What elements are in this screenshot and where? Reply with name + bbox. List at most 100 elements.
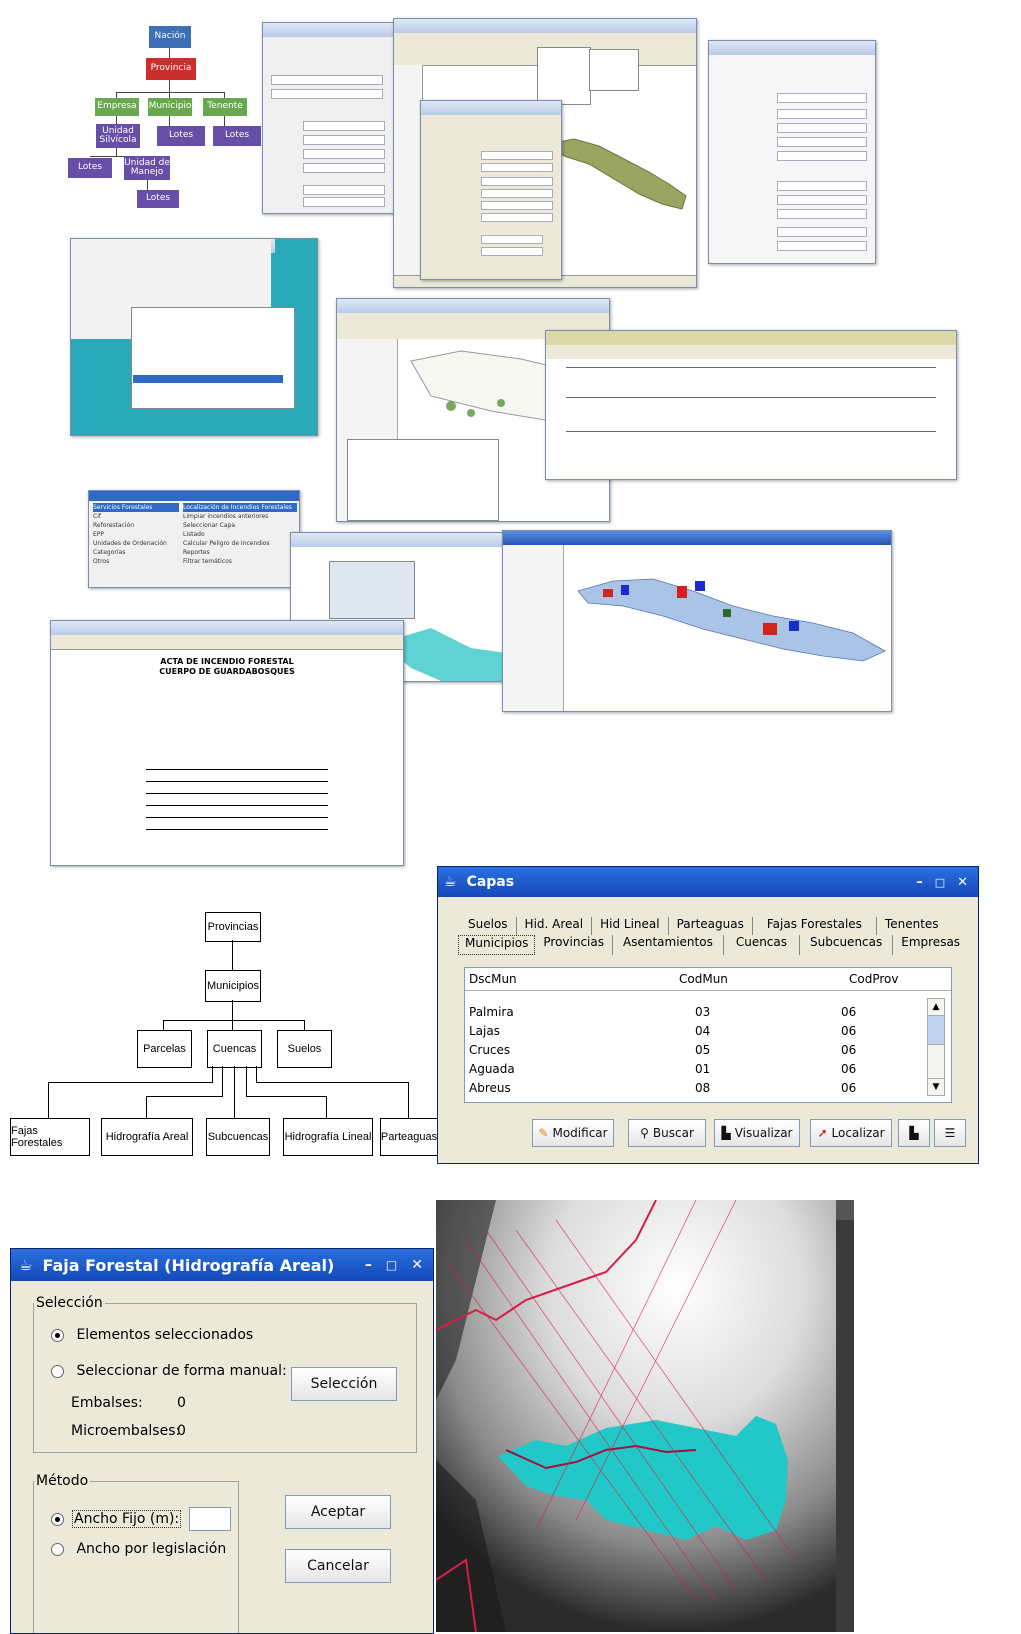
org-node-unidad-silvicola: Unidad Silvícola <box>96 124 140 148</box>
close-icon[interactable]: ✕ <box>411 1257 423 1273</box>
node-municipios: Municipios <box>205 970 261 1002</box>
microembalses-value: 0 <box>177 1423 186 1439</box>
menu-item[interactable]: EPP <box>93 530 179 539</box>
buscar-button[interactable]: ⚲ Buscar <box>628 1119 706 1147</box>
aceptar-button[interactable]: Aceptar <box>285 1495 391 1529</box>
tab-municipios[interactable]: Municipios <box>458 935 536 955</box>
menu-item[interactable]: Categorías <box>93 548 179 557</box>
option-label: Ancho por legislación <box>76 1541 227 1557</box>
modificar-button[interactable]: ✎ Modificar <box>532 1119 614 1147</box>
node-fajas-forestales: Fajas Forestales <box>10 1118 90 1156</box>
cell-dscmun: Lajas <box>469 1024 500 1038</box>
sort-ascending-button[interactable]: ▙ <box>898 1119 930 1147</box>
button-label: Buscar <box>652 1126 694 1140</box>
submenu-item[interactable]: Calcular Peligro de Incendios <box>183 539 297 548</box>
cell-dscmun: Abreus <box>469 1081 511 1095</box>
submenu-item[interactable]: Reportes <box>183 548 297 557</box>
cursor-icon: ➚ <box>817 1126 828 1140</box>
tab-tenentes[interactable]: Tenentes <box>877 917 947 935</box>
cell-dscmun: Palmira <box>469 1005 514 1019</box>
tab-asentamientos[interactable]: Asentamientos <box>613 935 724 955</box>
org-node-municipio: Municipio <box>148 98 192 116</box>
table-row[interactable]: Palmira 03 06 <box>465 1003 951 1022</box>
cell-codmun: 03 <box>695 1005 711 1019</box>
screenshot-acta: ACTA DE INCENDIO FORESTAL CUERPO DE GUAR… <box>50 620 404 866</box>
sort-descending-icon: ☰ <box>944 1126 956 1140</box>
ancho-fijo-option[interactable]: Ancho Fijo (m): <box>51 1507 232 1531</box>
submenu-item[interactable]: Localización de Incendios Forestales <box>183 503 297 512</box>
tab-cuencas[interactable]: Cuencas <box>724 935 801 955</box>
maximize-icon[interactable]: □ <box>386 1258 397 1272</box>
tab-hid-areal[interactable]: Hid. Areal <box>517 917 593 935</box>
submenu-item[interactable]: Seleccionar Capa <box>183 521 297 530</box>
menu-item[interactable]: Cif <box>93 512 179 521</box>
tab-empresas[interactable]: Empresas <box>893 935 968 955</box>
table-header: DscMun CodMun CodProv <box>465 968 951 991</box>
menu-item[interactable]: Unidades de Ordenación <box>93 539 179 548</box>
seleccion-button[interactable]: Selección <box>291 1367 397 1401</box>
minimize-icon[interactable]: – <box>365 1257 372 1273</box>
close-icon[interactable]: ✕ <box>957 875 968 890</box>
tab-parteaguas[interactable]: Parteaguas <box>669 917 753 935</box>
radio-icon[interactable] <box>51 1364 64 1378</box>
cell-codprov: 06 <box>841 1062 857 1076</box>
submenu-item[interactable]: Limpiar incendios anteriores <box>183 512 297 521</box>
scroll-down-icon[interactable]: ▼ <box>928 1078 944 1095</box>
cell-codprov: 06 <box>841 1043 857 1057</box>
org-node-lotes: Lotes <box>137 190 179 208</box>
node-provincias: Provincias <box>205 912 261 942</box>
ancho-fijo-input[interactable] <box>189 1507 232 1531</box>
table-row[interactable]: Lajas 04 06 <box>465 1022 951 1041</box>
button-label: Selección <box>310 1376 378 1392</box>
menu-item[interactable]: Reforestación <box>93 521 179 530</box>
microembalses-label: Microembalses: <box>71 1423 181 1439</box>
cancelar-button[interactable]: Cancelar <box>285 1549 391 1583</box>
menu-item[interactable]: Servicios Forestales <box>93 503 179 512</box>
scroll-thumb[interactable] <box>928 1016 944 1045</box>
maximize-icon[interactable]: □ <box>935 876 945 889</box>
tab-fajas-forestales[interactable]: Fajas Forestales <box>753 917 877 935</box>
elementos-seleccionados-option[interactable]: Elementos seleccionados <box>51 1327 253 1343</box>
submenu-item[interactable]: Listado <box>183 530 297 539</box>
radio-selected-icon[interactable] <box>51 1328 64 1342</box>
screenshot-menu: Servicios Forestales Cif Reforestación E… <box>88 490 300 588</box>
ancho-legislacion-option[interactable]: Ancho por legislación <box>51 1541 226 1557</box>
node-parteaguas: Parteaguas <box>380 1118 438 1156</box>
minimize-icon[interactable]: – <box>916 875 923 890</box>
table-row[interactable]: Aguada 01 06 <box>465 1060 951 1079</box>
table-row[interactable]: Cruces 05 06 <box>465 1041 951 1060</box>
radio-selected-icon[interactable] <box>51 1512 64 1526</box>
tab-suelos[interactable]: Suelos <box>460 917 517 935</box>
tab-provincias[interactable]: Provincias <box>535 935 613 955</box>
scroll-up-icon[interactable]: ▲ <box>928 999 944 1016</box>
terrain-map-icon <box>436 1200 854 1632</box>
embalses-label: Embalses: <box>71 1395 143 1411</box>
visualizar-button[interactable]: ▙ Visualizar <box>714 1119 800 1147</box>
embalses-value: 0 <box>177 1395 186 1411</box>
screenshot-report <box>545 330 957 480</box>
radio-icon[interactable] <box>51 1542 64 1556</box>
screenshot-dialog <box>420 100 562 280</box>
column-header[interactable]: CodProv <box>849 968 949 990</box>
acta-subtitle: CUERPO DE GUARDABOSQUES <box>159 667 295 676</box>
seleccionar-manual-option[interactable]: Seleccionar de forma manual: <box>51 1363 287 1379</box>
button-label: Aceptar <box>310 1504 366 1520</box>
capas-window: ☕ Capas – □ ✕ Suelos Hid. Areal Hid Line… <box>437 866 979 1164</box>
tab-hid-lineal[interactable]: Hid Lineal <box>592 917 669 935</box>
submenu-item[interactable]: Filtrar temáticos <box>183 557 297 566</box>
org-node-lotes: Lotes <box>68 158 112 178</box>
faja-forestal-window: ☕ Faja Forestal (Hidrografía Areal) – □ … <box>10 1248 434 1634</box>
menu-item[interactable]: Otros <box>93 557 179 566</box>
table-row[interactable]: Abreus 08 06 <box>465 1079 951 1098</box>
titlebar <box>546 331 956 345</box>
column-header[interactable]: CodMun <box>679 968 849 990</box>
titlebar <box>709 41 875 55</box>
column-header[interactable]: DscMun <box>465 968 679 990</box>
node-parcelas: Parcelas <box>137 1030 192 1068</box>
org-node-lotes: Lotes <box>157 126 205 146</box>
dem-map-panel <box>436 1200 854 1632</box>
tab-subcuencas[interactable]: Subcuencas <box>800 935 894 955</box>
localizar-button[interactable]: ➚ Localizar <box>810 1119 892 1147</box>
sort-descending-button[interactable]: ☰ <box>934 1119 966 1147</box>
scrollbar[interactable]: ▲ ▼ <box>927 998 945 1096</box>
